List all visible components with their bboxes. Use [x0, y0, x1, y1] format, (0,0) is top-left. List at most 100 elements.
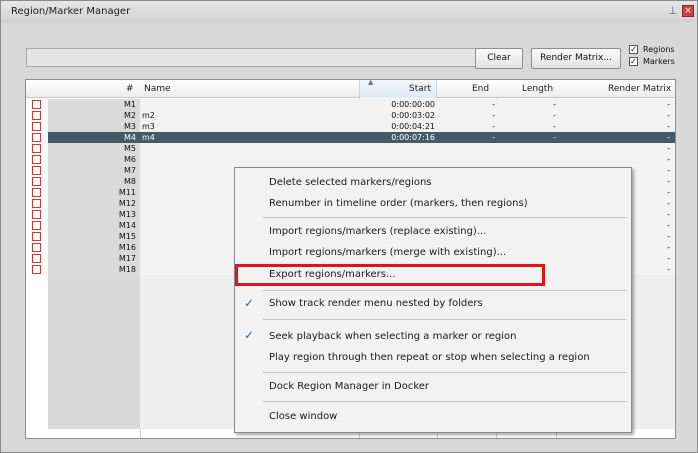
cell-render-matrix: - — [667, 155, 670, 164]
cell-end: - — [492, 100, 495, 109]
cell-end: - — [492, 122, 495, 131]
row-checkbox[interactable] — [32, 254, 41, 263]
cell-end: - — [492, 111, 495, 120]
table-row[interactable]: M1 0:00:00:00 - - - — [26, 99, 675, 110]
region-marker-manager-window: Region/Marker Manager ⊥ × Clear Render M… — [0, 0, 698, 453]
menu-item-close[interactable]: Close window — [269, 411, 337, 422]
clear-button[interactable]: Clear — [475, 48, 523, 69]
row-checkbox[interactable] — [32, 122, 41, 131]
menu-separator — [263, 401, 627, 402]
row-checkbox[interactable] — [32, 232, 41, 241]
row-bg — [48, 385, 140, 396]
row-bg — [48, 308, 140, 319]
row-checkbox[interactable] — [32, 243, 41, 252]
cell-start: 0:00:04:21 — [391, 122, 435, 131]
row-checkbox[interactable] — [32, 100, 41, 109]
cell-number: M8 — [124, 177, 136, 186]
menu-item-seek-playback[interactable]: Seek playback when selecting a marker or… — [269, 331, 516, 342]
row-checkbox[interactable] — [32, 265, 41, 274]
row-checkbox[interactable] — [32, 166, 41, 175]
regions-checkbox-label: Regions — [643, 45, 675, 54]
menu-separator — [263, 372, 627, 373]
cell-number: M14 — [118, 221, 136, 230]
cell-number: M13 — [118, 210, 136, 219]
cell-name: m4 — [142, 133, 155, 142]
header-name[interactable]: Name — [144, 84, 171, 94]
row-checkbox[interactable] — [32, 199, 41, 208]
cell-render-matrix: - — [667, 122, 670, 131]
cell-number: M11 — [118, 188, 136, 197]
header-num[interactable]: # — [126, 84, 134, 94]
cell-start: 0:00:07:16 — [391, 133, 435, 142]
markers-checkbox[interactable]: ✓ — [629, 57, 638, 66]
context-menu: Delete selected markers/regions Renumber… — [234, 167, 632, 433]
cell-number: M18 — [118, 265, 136, 274]
markers-checkbox-label: Markers — [643, 57, 675, 66]
row-checkbox[interactable] — [32, 221, 41, 230]
table-row[interactable]: M5 - — [26, 143, 675, 154]
filter-input[interactable] — [26, 48, 491, 67]
row-bg — [48, 396, 140, 407]
cell-render-matrix: - — [667, 111, 670, 120]
row-bg — [48, 319, 140, 330]
menu-separator — [263, 217, 627, 218]
row-checkbox[interactable] — [32, 210, 41, 219]
title-bar[interactable]: Region/Marker Manager ⊥ × — [1, 1, 697, 23]
row-checkbox[interactable] — [32, 155, 41, 164]
cell-number: M5 — [124, 144, 136, 153]
row-checkbox[interactable] — [32, 133, 41, 142]
cell-render-matrix: - — [667, 100, 670, 109]
cell-length: - — [553, 100, 556, 109]
cell-length: - — [553, 122, 556, 131]
cell-number: M4 — [124, 133, 136, 142]
table-row[interactable]: M6 - — [26, 154, 675, 165]
cell-name: m2 — [142, 111, 155, 120]
menu-separator — [263, 290, 627, 291]
cell-length: - — [553, 133, 556, 142]
cell-render-matrix: - — [667, 144, 670, 153]
menu-item-import-merge[interactable]: Import regions/markers (merge with exist… — [269, 247, 506, 258]
close-icon[interactable]: × — [682, 5, 694, 17]
cell-number: M2 — [124, 111, 136, 120]
table-header: ▲ # Name Start End Length Render Matrix — [26, 78, 675, 98]
checkmark-icon: ✓ — [244, 328, 255, 342]
menu-item-play-region[interactable]: Play region through then repeat or stop … — [269, 352, 590, 363]
cell-number: M12 — [118, 199, 136, 208]
header-render-matrix[interactable]: Render Matrix — [608, 84, 671, 94]
row-checkbox[interactable] — [32, 111, 41, 120]
cell-render-matrix: - — [667, 133, 670, 142]
row-checkbox[interactable] — [32, 177, 41, 186]
row-bg — [48, 418, 140, 429]
menu-item-import-replace[interactable]: Import regions/markers (replace existing… — [269, 226, 486, 237]
header-start[interactable]: Start — [409, 84, 431, 94]
row-bg — [48, 374, 140, 385]
regions-checkbox[interactable]: ✓ — [629, 45, 638, 54]
table-row[interactable]: M3 m3 0:00:04:21 - - - — [26, 121, 675, 132]
pin-icon[interactable]: ⊥ — [668, 5, 678, 17]
row-checkbox[interactable] — [32, 188, 41, 197]
header-end[interactable]: End — [472, 84, 489, 94]
cell-start: 0:00:03:02 — [391, 111, 435, 120]
cell-number: M16 — [118, 243, 136, 252]
cell-number: M6 — [124, 155, 136, 164]
menu-item-dock[interactable]: Dock Region Manager in Docker — [269, 381, 429, 392]
table-row[interactable]: M2 m2 0:00:03:02 - - - — [26, 110, 675, 121]
cell-number: M17 — [118, 254, 136, 263]
cell-length: - — [553, 111, 556, 120]
menu-item-renumber[interactable]: Renumber in timeline order (markers, the… — [269, 198, 528, 209]
row-bg — [48, 297, 140, 308]
render-matrix-button[interactable]: Render Matrix... — [531, 48, 621, 69]
menu-item-delete[interactable]: Delete selected markers/regions — [269, 177, 432, 188]
cell-number: M7 — [124, 166, 136, 175]
checkmark-icon: ✓ — [244, 296, 255, 310]
menu-item-show-track-render[interactable]: Show track render menu nested by folders — [269, 298, 483, 309]
row-bg — [48, 407, 140, 418]
cell-start: 0:00:00:00 — [391, 100, 435, 109]
menu-separator — [263, 319, 627, 320]
table-row[interactable]: M4 m4 0:00:07:16 - - - — [26, 132, 675, 143]
row-bg — [48, 363, 140, 374]
header-length[interactable]: Length — [522, 84, 553, 94]
row-checkbox[interactable] — [32, 144, 41, 153]
sort-ascending-icon: ▲ — [368, 78, 374, 86]
row-bg — [48, 352, 140, 363]
